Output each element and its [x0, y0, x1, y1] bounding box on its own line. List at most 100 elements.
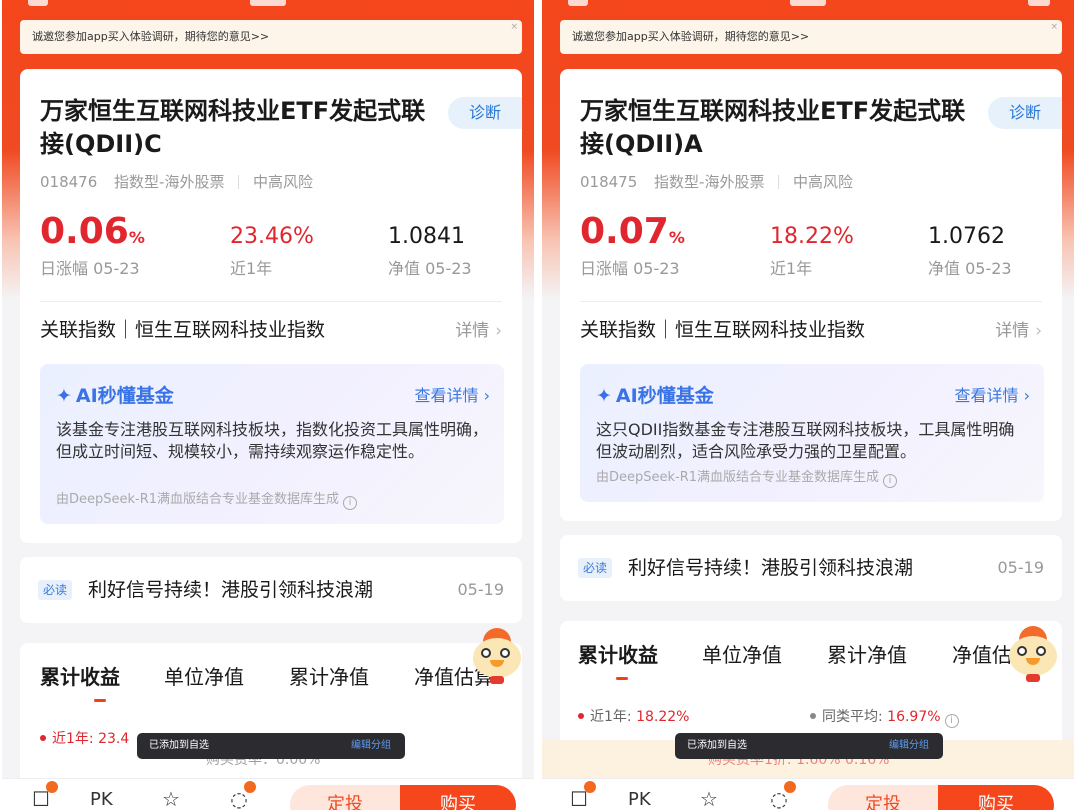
index-detail-link[interactable]: 详情 ›	[995, 319, 1042, 343]
fund-code: 018476	[40, 173, 98, 191]
ai-title: ✦ AI秒懂基金	[596, 382, 714, 410]
notification-dot-icon	[584, 781, 596, 793]
news-title: 利好信号持续！港股引领科技浪潮	[628, 557, 914, 579]
toast-message: 已添加到自选 编辑分组	[137, 733, 405, 759]
back-icon-fragment[interactable]	[568, 0, 588, 6]
ai-source-text: 由DeepSeek-R1满血版结合专业基金数据库生成	[596, 470, 880, 485]
one-year-stat-label: 近1年:	[590, 709, 637, 725]
index-detail-link[interactable]: 详情 ›	[455, 319, 502, 343]
ai-view-details-link[interactable]: 查看详情 ›	[415, 384, 491, 408]
info-icon[interactable]: i	[343, 496, 358, 510]
red-dot-icon	[40, 735, 46, 741]
info-icon[interactable]: i	[944, 714, 959, 728]
info-icon[interactable]: i	[883, 474, 898, 488]
mascot-icon[interactable]	[468, 628, 526, 690]
ai-summary-box: ✦ AI秒懂基金 查看详情 › 这只QDII指数基金专注港股互联网科技板块，工具属…	[580, 364, 1044, 502]
close-icon[interactable]: ×	[510, 22, 518, 32]
ai-view-details-link[interactable]: 查看详情 ›	[955, 384, 1031, 408]
auto-invest-button[interactable]: 定投	[290, 785, 400, 810]
star-icon[interactable]: ☆	[698, 787, 720, 810]
daily-change-unit: %	[668, 228, 685, 247]
chevron-right-icon: ›	[495, 321, 502, 341]
diagnose-button[interactable]: 诊断	[448, 97, 522, 129]
news-card[interactable]: 必读 利好信号持续！港股引领科技浪潮 05-19	[560, 535, 1062, 601]
must-read-badge: 必读	[38, 580, 73, 600]
news-card[interactable]: 必读 利好信号持续！港股引领科技浪潮 05-19	[20, 557, 522, 623]
active-tab-indicator	[616, 677, 628, 680]
mascot-eye	[1017, 646, 1027, 656]
peer-average-value: 16.97%	[887, 709, 941, 725]
ai-source-note: 由DeepSeek-R1满血版结合专业基金数据库生成 i	[596, 469, 898, 488]
close-icon[interactable]: ×	[1050, 22, 1058, 32]
fund-summary-card: 万家恒生互联网科技业ETF发起式联接(QDII)C 诊断 018476 指数型-…	[20, 69, 522, 543]
daily-change-unit: %	[128, 228, 145, 247]
fund-category: 指数型-海外股票	[654, 173, 765, 191]
mascot-bow	[490, 676, 504, 684]
ai-title-text: AI秒懂基金	[75, 385, 174, 407]
divider	[580, 301, 1042, 302]
tab-cumulative-nav[interactable]: 累计净值	[827, 641, 907, 669]
mascot-eye	[1036, 646, 1046, 656]
related-index-label[interactable]: 关联指数｜恒生互联网科技业指数	[580, 317, 865, 343]
tab-cumulative-nav[interactable]: 累计净值	[289, 663, 369, 691]
ai-summary-text: 这只QDII指数基金专注港股互联网科技板块，工具属性明确但波动剧烈，适合风险承受…	[596, 420, 1015, 461]
title-fragment	[790, 0, 826, 6]
mascot-head	[1009, 636, 1057, 676]
daily-change-number: 0.07	[580, 211, 669, 252]
one-year-stat-value: 18.22%	[636, 709, 690, 725]
fund-summary-card: 万家恒生互联网科技业ETF发起式联接(QDII)A 诊断 018475 指数型-…	[560, 69, 1062, 521]
mascot-bow	[1026, 674, 1040, 682]
sparkle-icon: ✦	[56, 385, 72, 407]
active-tab-indicator	[94, 699, 106, 702]
buy-button[interactable]: 购买	[938, 785, 1054, 810]
fund-category: 指数型-海外股票	[114, 173, 225, 191]
pk-button[interactable]: PK	[628, 789, 651, 810]
survey-banner[interactable]: 诚邀您参加app买入体验调研，期待您的意见>> ×	[20, 20, 522, 54]
one-year-stat: 近1年: 18.22%	[578, 707, 689, 727]
mascot-icon[interactable]	[1004, 626, 1062, 688]
notification-dot-icon	[244, 781, 256, 793]
news-date: 05-19	[457, 580, 505, 599]
toast-text: 已添加到自选	[687, 740, 747, 751]
fund-meta-row: 018476 指数型-海外股票 中高风险	[40, 172, 313, 192]
index-detail-label: 详情	[995, 321, 1030, 341]
tab-cumulative-return[interactable]: 累计收益	[578, 641, 658, 669]
comment-icon[interactable]: ◌	[228, 781, 256, 810]
nav-value: 1.0841	[388, 224, 465, 249]
buy-button[interactable]: 购买	[400, 785, 516, 810]
mascot-eye	[481, 648, 491, 658]
auto-invest-button[interactable]: 定投	[828, 785, 938, 810]
ai-title-text: AI秒懂基金	[615, 385, 714, 407]
must-read-badge: 必读	[578, 558, 613, 578]
index-detail-label: 详情	[455, 321, 490, 341]
red-dot-icon	[578, 713, 584, 719]
watchlist-icon[interactable]: ☐	[30, 781, 58, 810]
diagnose-button[interactable]: 诊断	[988, 97, 1062, 129]
peer-average-label: 同类平均:	[822, 709, 888, 725]
edit-group-link[interactable]: 编辑分组	[351, 733, 391, 759]
tab-unit-nav[interactable]: 单位净值	[702, 641, 782, 669]
pk-button[interactable]: PK	[90, 789, 113, 810]
watchlist-icon[interactable]: ☐	[568, 781, 596, 810]
star-icon[interactable]: ☆	[160, 787, 182, 810]
notification-dot-icon	[46, 781, 58, 793]
edit-group-link[interactable]: 编辑分组	[889, 733, 929, 759]
survey-banner[interactable]: 诚邀您参加app买入体验调研，期待您的意见>> ×	[560, 20, 1062, 54]
one-year-return: 18.22%	[770, 224, 854, 249]
daily-change-value: 0.07%	[580, 211, 685, 259]
toast-text: 已添加到自选	[149, 740, 209, 751]
daily-change-label: 日涨幅 05-23	[580, 259, 680, 278]
one-year-label: 近1年	[770, 259, 813, 278]
fund-name: 万家恒生互联网科技业ETF发起式联接(QDII)A	[580, 97, 966, 158]
ai-title: ✦ AI秒懂基金	[56, 382, 174, 410]
comment-icon[interactable]: ◌	[768, 781, 796, 810]
back-icon-fragment[interactable]	[28, 0, 48, 6]
related-index-label[interactable]: 关联指数｜恒生互联网科技业指数	[40, 317, 325, 343]
share-icon-fragment[interactable]	[1028, 0, 1050, 6]
title-fragment	[250, 0, 286, 6]
tab-cumulative-return[interactable]: 累计收益	[40, 663, 120, 691]
bottom-action-bar: ☐ PK ☆ ◌ 定投 购买	[2, 778, 534, 810]
survey-banner-text: 诚邀您参加app买入体验调研，期待您的意见>>	[572, 30, 810, 43]
one-year-stat-text: 近1年: 23.4	[52, 731, 130, 747]
tab-unit-nav[interactable]: 单位净值	[164, 663, 244, 691]
